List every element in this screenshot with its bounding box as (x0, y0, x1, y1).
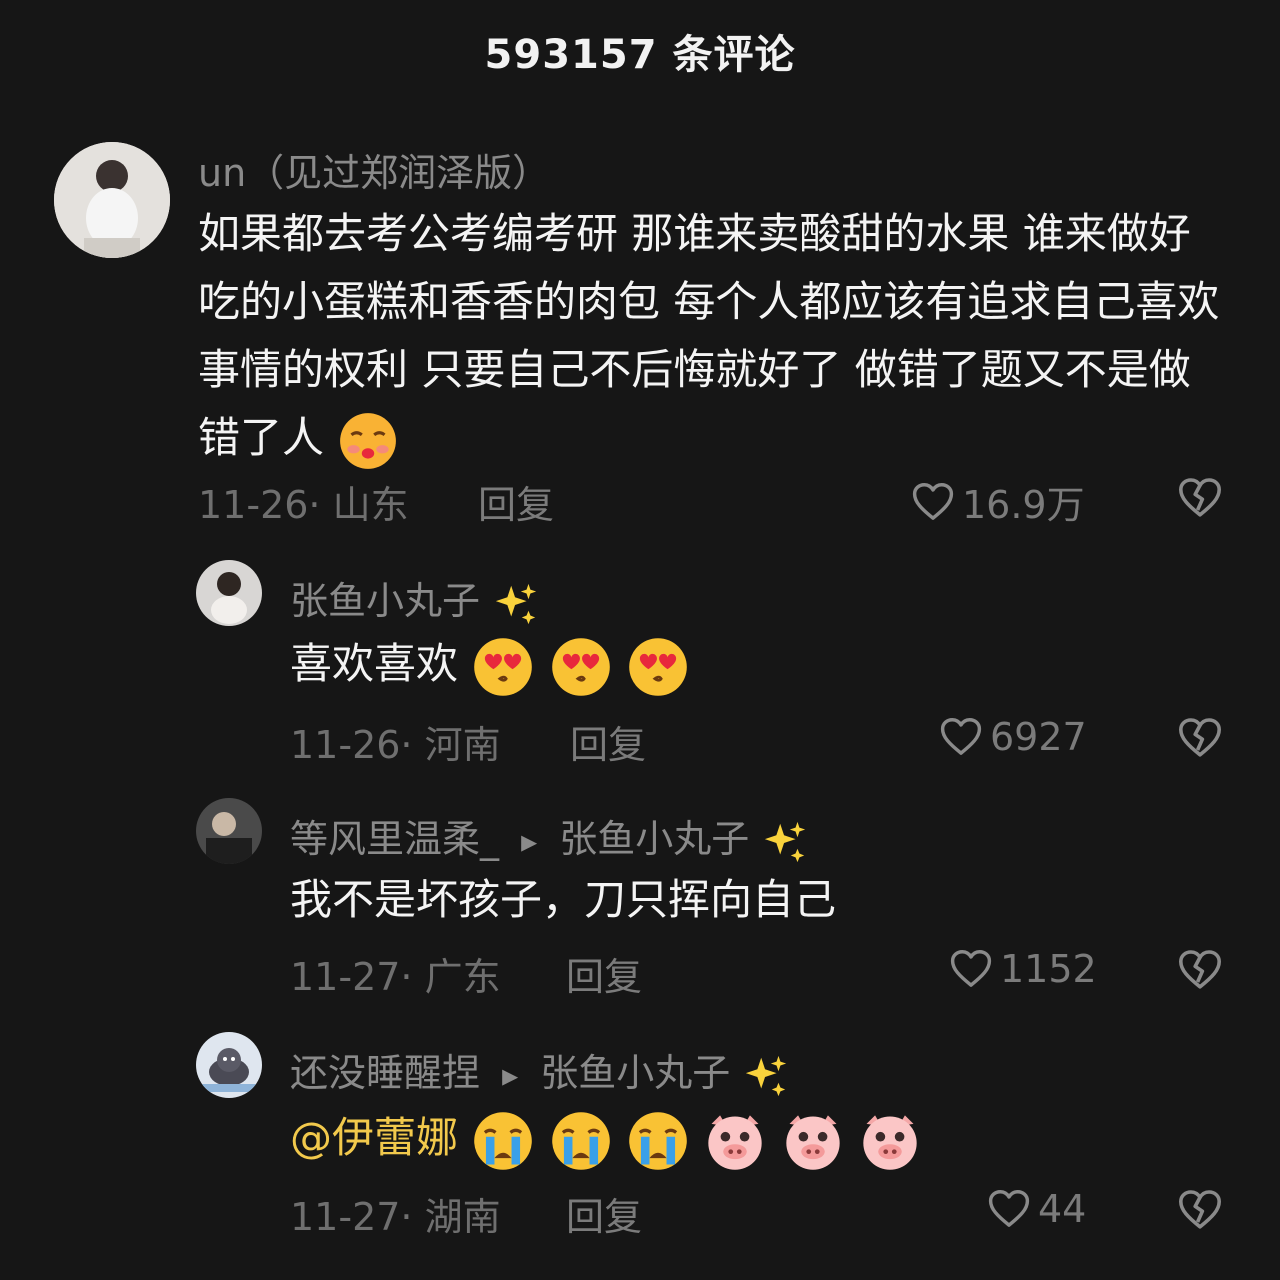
avatar[interactable] (196, 560, 262, 626)
heart-eyes-icon (626, 635, 690, 699)
comment-text: 如果都去考公考编考研 那谁来卖酸甜的水果 谁来做好吃的小蛋糕和香香的肉包 每个人… (198, 200, 1228, 472)
pig-face-icon (781, 1109, 845, 1173)
date-location: 11-26· 山东 (198, 483, 409, 527)
sparkles-icon (761, 818, 809, 866)
crying-face-icon (549, 1109, 613, 1173)
mention-link[interactable]: @伊蕾娜 (290, 1113, 458, 1162)
dislike-button[interactable] (1176, 474, 1224, 522)
like-button[interactable]: 6927 (938, 714, 1087, 760)
like-count: 16.9万 (962, 483, 1085, 527)
username-text: 张鱼小丸子 (290, 579, 481, 623)
like-count: 1152 (1000, 947, 1097, 991)
dislike-button[interactable] (1176, 714, 1224, 762)
sparkles-icon (742, 1052, 790, 1100)
comment-text: 喜欢喜欢 (290, 630, 690, 699)
dislike-button[interactable] (1176, 1186, 1224, 1234)
username[interactable]: 还没睡醒捏 ▶ 张鱼小丸子 (290, 1042, 790, 1100)
username[interactable]: 张鱼小丸子 (290, 570, 540, 628)
reply-button[interactable]: 回复 (570, 714, 646, 769)
reply-to-username[interactable]: 张鱼小丸子 (540, 1051, 730, 1095)
broken-heart-icon (1176, 474, 1224, 522)
heart-icon (910, 479, 956, 525)
pig-face-icon (858, 1109, 922, 1173)
kiss-face-icon (337, 410, 399, 472)
crying-face-icon (471, 1109, 535, 1173)
avatar[interactable] (196, 1032, 262, 1098)
like-button[interactable]: 44 (986, 1186, 1086, 1232)
pig-face-icon (703, 1109, 767, 1173)
reply-to-username[interactable]: 张鱼小丸子 (559, 817, 749, 861)
heart-icon (948, 946, 994, 992)
username[interactable]: 等风里温柔_ ▶ 张鱼小丸子 (290, 808, 809, 866)
reply-arrow-icon: ▶ (521, 829, 538, 854)
like-count: 6927 (990, 715, 1087, 759)
comment-text: @伊蕾娜 (290, 1104, 922, 1173)
heart-eyes-icon (471, 635, 535, 699)
date-location: 11-26· 河南 (290, 723, 501, 767)
reply-button[interactable]: 回复 (566, 946, 642, 1001)
sparkles-icon (492, 580, 540, 628)
avatar[interactable] (196, 798, 262, 864)
reply-arrow-icon: ▶ (502, 1063, 519, 1088)
reply-button[interactable]: 回复 (566, 1186, 642, 1241)
username-text[interactable]: 等风里温柔_ (290, 817, 499, 861)
crying-face-icon (626, 1109, 690, 1173)
comment-text: 我不是坏孩子，刀只挥向自己 (290, 875, 837, 924)
broken-heart-icon (1176, 714, 1224, 762)
heart-icon (938, 714, 984, 760)
avatar[interactable] (54, 142, 170, 258)
username-text[interactable]: 还没睡醒捏 (290, 1051, 480, 1095)
heart-eyes-icon (549, 635, 613, 699)
comment-count-title: 593157 条评论 (484, 32, 796, 78)
reply-button[interactable]: 回复 (478, 474, 554, 529)
like-count: 44 (1038, 1187, 1087, 1231)
username[interactable]: un（见过郑润泽版） (198, 142, 550, 197)
broken-heart-icon (1176, 946, 1224, 994)
date-location: 11-27· 广东 (290, 955, 501, 999)
comment-text-content: 喜欢喜欢 (290, 639, 459, 688)
date-location: 11-27· 湖南 (290, 1195, 501, 1239)
like-button[interactable]: 16.9万 (910, 474, 1085, 529)
dislike-button[interactable] (1176, 946, 1224, 994)
like-button[interactable]: 1152 (948, 946, 1097, 992)
broken-heart-icon (1176, 1186, 1224, 1234)
heart-icon (986, 1186, 1032, 1232)
